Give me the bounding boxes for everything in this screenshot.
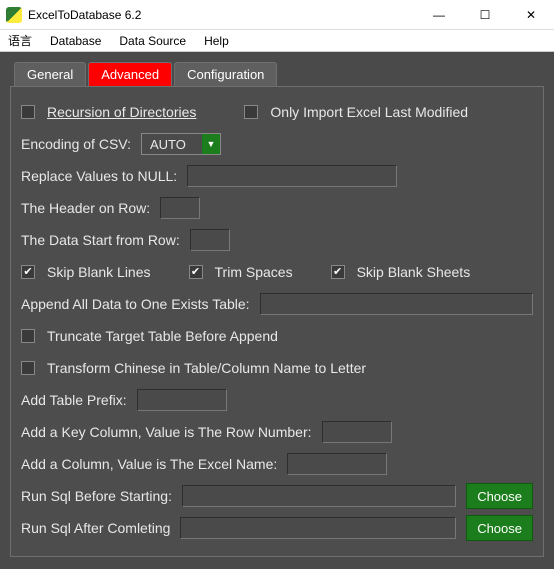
choose-sql-before-button[interactable]: Choose [466, 483, 533, 509]
sql-before-input[interactable] [182, 485, 456, 507]
menu-language[interactable]: 语言 [8, 32, 32, 49]
titlebar: ExcelToDatabase 6.2 — ☐ ✕ [0, 0, 554, 30]
skip-blank-sheets-checkbox[interactable] [331, 265, 345, 279]
transform-chinese-label: Transform Chinese in Table/Column Name t… [47, 360, 366, 376]
window-title: ExcelToDatabase 6.2 [28, 8, 416, 22]
skip-blank-lines-checkbox[interactable] [21, 265, 35, 279]
table-prefix-input[interactable] [137, 389, 227, 411]
advanced-panel: Recursion of Directories Only Import Exc… [10, 86, 544, 557]
menubar: 语言 Database Data Source Help [0, 30, 554, 52]
replace-null-label: Replace Values to NULL: [21, 168, 177, 184]
replace-null-input[interactable] [187, 165, 397, 187]
col-excel-name-input[interactable] [287, 453, 387, 475]
recursion-dirs-checkbox[interactable] [21, 105, 35, 119]
sql-after-input[interactable] [180, 517, 456, 539]
menu-data-source[interactable]: Data Source [119, 34, 186, 48]
skip-blank-lines-label: Skip Blank Lines [47, 264, 151, 280]
dropdown-icon[interactable] [202, 134, 220, 154]
only-last-modified-checkbox[interactable] [244, 105, 258, 119]
data-start-row-input[interactable] [190, 229, 230, 251]
sql-after-label: Run Sql After Comleting [21, 520, 170, 536]
encoding-csv-label: Encoding of CSV: [21, 136, 131, 152]
client-area: General Advanced Configuration Recursion… [0, 52, 554, 569]
trim-spaces-label: Trim Spaces [215, 264, 293, 280]
skip-blank-sheets-label: Skip Blank Sheets [357, 264, 471, 280]
tab-strip: General Advanced Configuration [14, 62, 544, 86]
truncate-checkbox[interactable] [21, 329, 35, 343]
table-prefix-label: Add Table Prefix: [21, 392, 127, 408]
choose-sql-after-button[interactable]: Choose [466, 515, 533, 541]
append-table-input[interactable] [260, 293, 533, 315]
transform-chinese-checkbox[interactable] [21, 361, 35, 375]
only-last-modified-label: Only Import Excel Last Modified [270, 104, 468, 120]
menu-database[interactable]: Database [50, 34, 101, 48]
data-start-row-label: The Data Start from Row: [21, 232, 180, 248]
tab-advanced[interactable]: Advanced [88, 62, 172, 86]
trim-spaces-checkbox[interactable] [189, 265, 203, 279]
window-controls: — ☐ ✕ [416, 0, 554, 30]
key-col-rownum-input[interactable] [322, 421, 392, 443]
minimize-button[interactable]: — [416, 0, 462, 30]
col-excel-name-label: Add a Column, Value is The Excel Name: [21, 456, 277, 472]
key-col-rownum-label: Add a Key Column, Value is The Row Numbe… [21, 424, 312, 440]
truncate-label: Truncate Target Table Before Append [47, 328, 278, 344]
append-table-label: Append All Data to One Exists Table: [21, 296, 250, 312]
recursion-dirs-label: Recursion of Directories [47, 104, 196, 120]
header-row-input[interactable] [160, 197, 200, 219]
menu-help[interactable]: Help [204, 34, 229, 48]
tab-configuration[interactable]: Configuration [174, 62, 277, 86]
header-row-label: The Header on Row: [21, 200, 150, 216]
close-button[interactable]: ✕ [508, 0, 554, 30]
tab-general[interactable]: General [14, 62, 86, 86]
app-icon [6, 7, 22, 23]
maximize-button[interactable]: ☐ [462, 0, 508, 30]
encoding-selected-text: AUTO [142, 137, 202, 152]
encoding-select[interactable]: AUTO [141, 133, 221, 155]
sql-before-label: Run Sql Before Starting: [21, 488, 172, 504]
